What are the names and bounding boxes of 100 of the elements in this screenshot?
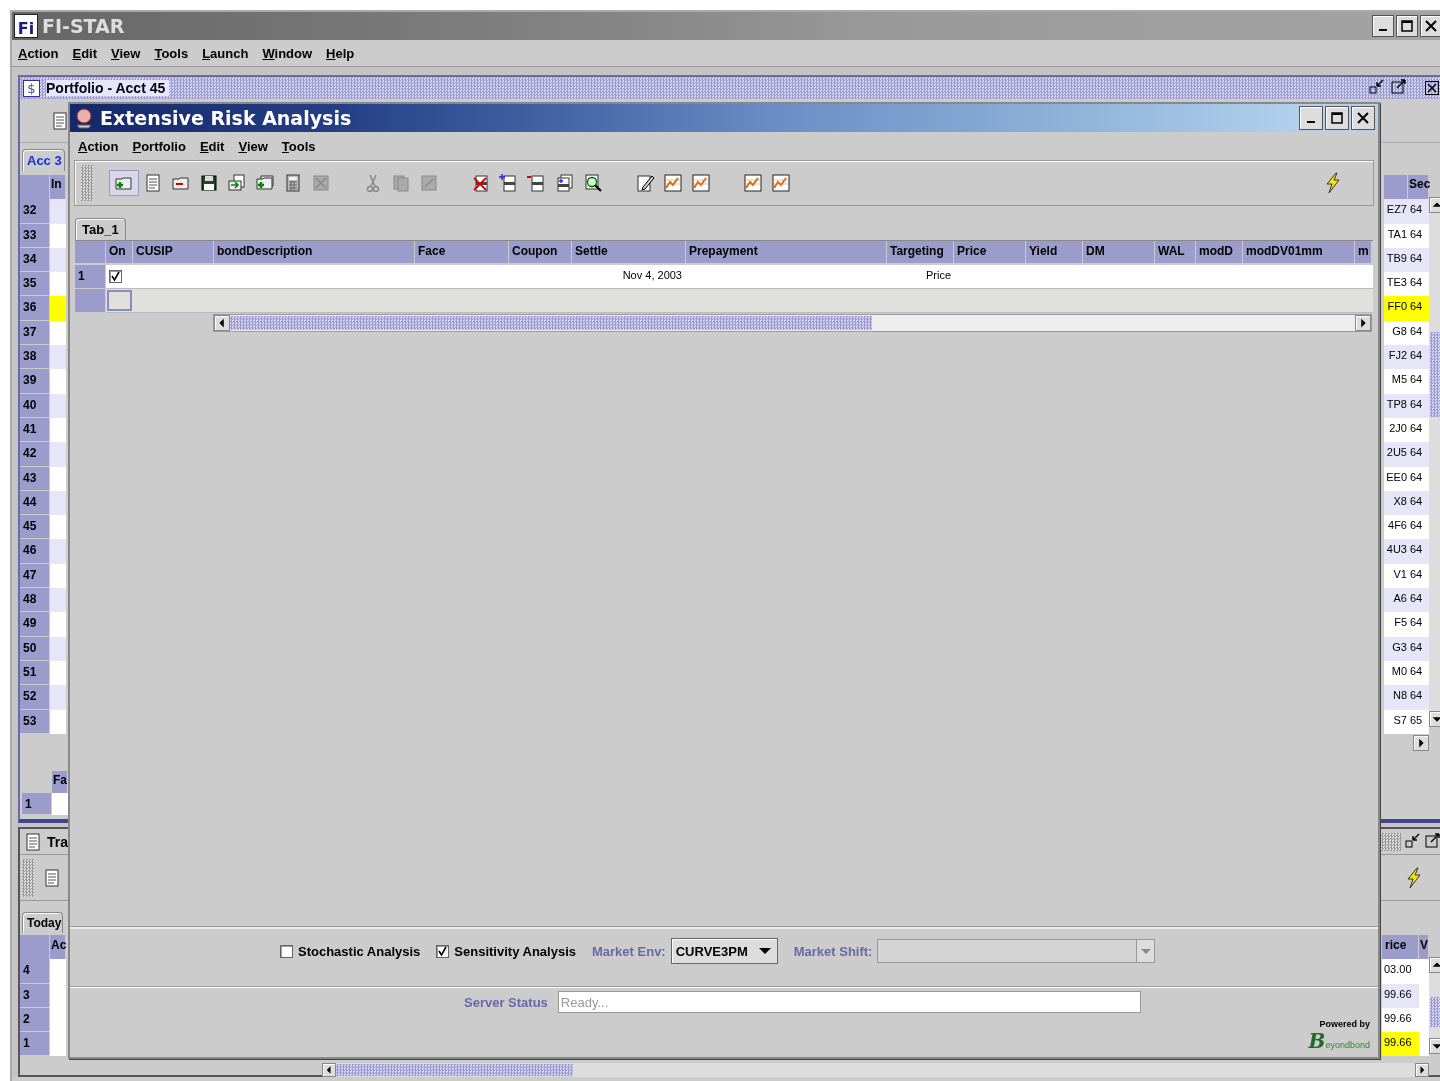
close-button[interactable] [1351, 106, 1375, 130]
toolbar-button[interactable] [109, 170, 139, 196]
column-header[interactable]: Prepayment [686, 241, 887, 263]
column-header[interactable]: bondDescription [214, 241, 415, 263]
tab[interactable]: Acc 3 [22, 149, 65, 171]
lightning-icon[interactable] [1323, 172, 1343, 194]
menu-item[interactable]: View [111, 45, 141, 61]
row-number: 32 [20, 199, 50, 224]
row-number: 39 [20, 369, 50, 394]
grip-handle[interactable] [81, 165, 93, 201]
menu-item[interactable]: Launch [202, 45, 249, 61]
column-header[interactable]: Targeting [887, 241, 954, 263]
scroll-right-button[interactable] [1355, 315, 1371, 331]
column-header[interactable]: Sec [1408, 175, 1429, 200]
document-icon[interactable] [50, 110, 70, 131]
column-header[interactable]: Settle [572, 241, 686, 263]
option-label: Sensitivity Analysis [454, 943, 576, 959]
tab[interactable]: Tab_1 [75, 218, 126, 240]
chart-icon[interactable] [743, 173, 763, 193]
pages-icon[interactable] [555, 173, 575, 193]
window-title: Tra [47, 833, 68, 850]
menu-item[interactable]: Edit [72, 45, 97, 61]
table-cell: 2U5 [1384, 442, 1408, 467]
checkbox[interactable] [280, 944, 293, 958]
edit-icon[interactable] [635, 173, 655, 193]
tab[interactable]: Today [22, 912, 64, 933]
dropdown[interactable]: CURVE3PM [670, 938, 778, 964]
calculator-icon[interactable] [283, 173, 303, 193]
menu-item[interactable]: Tools [154, 45, 189, 61]
grip-handle[interactable] [22, 858, 34, 897]
maximize-button[interactable] [1325, 106, 1349, 130]
column-header[interactable]: Coupon [509, 241, 572, 263]
menu-item[interactable]: Action [78, 138, 119, 154]
checkbox[interactable] [436, 944, 450, 958]
scroll-left-button[interactable] [322, 1063, 336, 1077]
document-icon[interactable] [143, 173, 163, 193]
table-cell [50, 959, 66, 984]
column-header[interactable]: In [50, 175, 66, 200]
column-header[interactable]: rice [1382, 935, 1419, 960]
menu-item[interactable]: Window [262, 45, 313, 61]
export-icon[interactable] [227, 173, 247, 193]
column-header[interactable]: V [1419, 935, 1429, 960]
remove-row-icon[interactable] [527, 173, 547, 193]
window-icon: $ [23, 79, 40, 97]
column-header[interactable]: WAL [1155, 241, 1196, 263]
column-header[interactable]: m [1355, 241, 1372, 263]
close-button[interactable] [1420, 15, 1440, 37]
table-cell: S7 [1384, 709, 1408, 734]
menu-item[interactable]: Portfolio [132, 138, 186, 154]
column-header[interactable]: modDV01mm [1243, 241, 1355, 263]
scroll-right-button[interactable] [1413, 734, 1429, 751]
column-header[interactable]: Fa [52, 770, 68, 793]
maximize-icon [1400, 19, 1414, 33]
app-logo: Fi [14, 14, 38, 38]
column-header[interactable]: Face [415, 241, 509, 263]
close-icon[interactable] [1425, 81, 1439, 95]
chart-icon[interactable] [771, 173, 791, 193]
table-cell: TP8 [1384, 393, 1408, 418]
row-number: 42 [20, 442, 50, 467]
row-number: 4 [20, 959, 50, 984]
minimize-button[interactable] [1299, 106, 1323, 130]
caret-down-icon [758, 947, 771, 955]
menu-item[interactable]: Help [326, 45, 355, 61]
menu-item[interactable]: Edit [199, 138, 225, 154]
column-header[interactable]: Yield [1026, 241, 1083, 263]
add-row-icon[interactable] [499, 173, 519, 193]
column-header[interactable]: modD [1196, 241, 1243, 263]
status-field[interactable]: Ready... [557, 991, 1141, 1013]
scroll-left-button[interactable] [214, 315, 230, 331]
maximize-button[interactable] [1396, 15, 1418, 37]
checkbox[interactable] [109, 270, 122, 283]
table-cell: 64 [1408, 272, 1429, 297]
menu-item[interactable]: Tools [281, 138, 316, 154]
minimize-button[interactable] [1372, 15, 1394, 37]
chart-icon[interactable] [663, 173, 683, 193]
column-header[interactable]: DM [1083, 241, 1155, 263]
row-number: 43 [20, 466, 50, 491]
grip-handle[interactable] [1381, 832, 1401, 851]
input-field[interactable] [107, 290, 132, 311]
lightning-icon[interactable] [1404, 866, 1424, 889]
chart-icon[interactable] [691, 173, 711, 193]
table-cell: 2J0 [1384, 417, 1408, 443]
column-header[interactable]: Ac [50, 935, 66, 960]
row-number: 3 [20, 983, 50, 1008]
row-number: 33 [20, 223, 50, 248]
column-header[interactable]: CUSIP [133, 241, 214, 263]
save-icon[interactable] [199, 173, 219, 193]
scroll-right-button[interactable] [1415, 1063, 1429, 1077]
table-cell: 64 [1408, 515, 1429, 540]
table-cell: FF0 [1384, 296, 1408, 321]
folders-icon[interactable] [255, 173, 275, 193]
field-label: Server Status [464, 994, 548, 1010]
search-icon[interactable] [583, 173, 603, 193]
table-cell: 64 [1408, 588, 1429, 613]
document-icon[interactable] [42, 867, 62, 888]
column-header[interactable]: Price [954, 241, 1026, 263]
menu-item[interactable]: Action [18, 45, 59, 61]
delete-icon[interactable] [471, 173, 491, 193]
menu-item[interactable]: View [238, 138, 268, 154]
column-header[interactable]: On [106, 241, 133, 263]
